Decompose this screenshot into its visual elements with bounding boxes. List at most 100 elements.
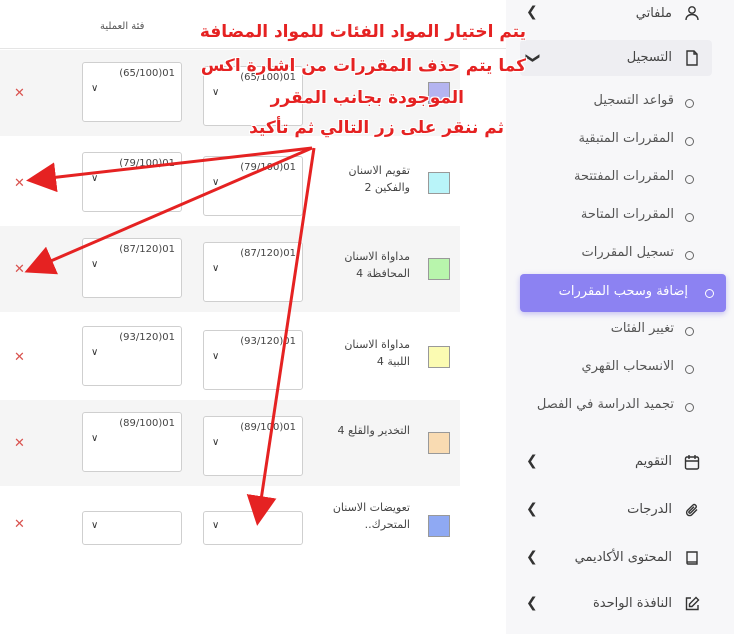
header-divider bbox=[0, 48, 506, 49]
chevron-down-icon: ∨ bbox=[91, 433, 99, 444]
annotation-line-1: يتم اختيار المواد الفئات للمواد المضافة bbox=[199, 22, 526, 42]
sidebar-subitem-label: المقررات المتبقية bbox=[578, 131, 674, 146]
category-select-secondary[interactable]: (93/120)01 ∨ bbox=[203, 330, 303, 390]
table-row: ✕ ∨ ∨ تعويضات الاسنان المتحرك.. bbox=[0, 487, 460, 573]
bullet-icon bbox=[685, 403, 694, 412]
sidebar-item-academic-content[interactable]: المحتوى الأكاديمي ❮ bbox=[520, 540, 712, 576]
category-select-secondary[interactable]: (89/100)01 ∨ bbox=[203, 416, 303, 476]
sidebar-item-label: التسجيل bbox=[626, 50, 672, 65]
course-name: مداواة الاسنان المحافظة 4 bbox=[344, 250, 410, 280]
sidebar-subitem-registration-rules[interactable]: قواعد التسجيل bbox=[520, 88, 712, 118]
user-icon bbox=[685, 6, 699, 21]
bullet-icon bbox=[685, 365, 694, 374]
chevron-down-icon: ❮ bbox=[523, 52, 540, 64]
sidebar-item-registration[interactable]: التسجيل ❮ bbox=[520, 40, 712, 76]
select-value: (89/100)01 bbox=[240, 422, 296, 433]
chevron-down-icon: ∨ bbox=[212, 87, 220, 98]
select-value: (93/120)01 bbox=[240, 336, 296, 347]
bullet-icon bbox=[685, 251, 694, 260]
chevron-down-icon: ∨ bbox=[212, 177, 220, 188]
sidebar-subitem-label: تجميد الدراسة في الفصل bbox=[536, 397, 674, 412]
sidebar-subitem-freeze-semester[interactable]: تجميد الدراسة في الفصل bbox=[520, 392, 712, 422]
select-value: (79/100)01 bbox=[240, 162, 296, 173]
calendar-icon bbox=[684, 455, 700, 470]
category-select-primary[interactable]: (65/100)01 ∨ bbox=[82, 62, 182, 122]
edit-icon bbox=[685, 596, 700, 611]
select-value: (89/100)01 bbox=[119, 418, 175, 429]
sidebar-item-label: ملفاتي bbox=[635, 6, 672, 21]
sidebar-item-label: المحتوى الأكاديمي bbox=[574, 550, 672, 565]
remove-course-button[interactable]: ✕ bbox=[14, 86, 25, 101]
sidebar-subitem-opened-courses[interactable]: المقررات المفتتحة bbox=[520, 164, 712, 194]
chevron-left-icon: ❮ bbox=[526, 501, 538, 517]
table-row: ✕ (93/120)01 ∨ (93/120)01 ∨ مداواة الاسنان ال… bbox=[0, 314, 460, 400]
chevron-down-icon: ∨ bbox=[91, 173, 99, 184]
sidebar-item-one-window[interactable]: النافذة الواحدة ❮ bbox=[520, 588, 712, 624]
table-row: ✕ (89/100)01 ∨ (89/100)01 ∨ التخدير والقلع 4 bbox=[0, 400, 460, 486]
sidebar-subitem-label: تغيير الفئات bbox=[610, 321, 674, 336]
course-color-swatch bbox=[428, 258, 450, 280]
chevron-down-icon: ∨ bbox=[212, 263, 220, 274]
chevron-down-icon: ∨ bbox=[91, 83, 99, 94]
select-value: (87/120)01 bbox=[240, 248, 296, 259]
sidebar-item-profile[interactable]: ملفاتي ❮ bbox=[520, 0, 712, 36]
select-value: (65/100)01 bbox=[119, 68, 175, 79]
chevron-left-icon: ❮ bbox=[526, 549, 538, 565]
course-color-swatch bbox=[428, 432, 450, 454]
category-select-primary[interactable]: ∨ bbox=[82, 511, 182, 545]
sidebar-item-label: التقويم bbox=[634, 454, 672, 469]
remove-course-button[interactable]: ✕ bbox=[14, 517, 25, 532]
category-select-secondary[interactable]: ∨ bbox=[203, 511, 303, 545]
category-select-secondary[interactable]: (87/120)01 ∨ bbox=[203, 242, 303, 302]
category-select-secondary[interactable]: (79/100)01 ∨ bbox=[203, 156, 303, 216]
document-icon bbox=[686, 50, 698, 66]
chevron-left-icon: ❮ bbox=[526, 453, 538, 469]
annotation-line-4: ثم ننقر على زر التالي ثم تأكيد bbox=[249, 118, 504, 138]
course-color-swatch bbox=[428, 346, 450, 368]
category-select-primary[interactable]: (89/100)01 ∨ bbox=[82, 412, 182, 472]
course-color-swatch bbox=[428, 515, 450, 537]
sidebar-subitem-course-registration[interactable]: تسجيل المقررات bbox=[520, 240, 712, 270]
remove-course-button[interactable]: ✕ bbox=[14, 436, 25, 451]
category-select-primary[interactable]: (87/120)01 ∨ bbox=[82, 238, 182, 298]
book-icon bbox=[686, 551, 698, 565]
category-select-primary[interactable]: (79/100)01 ∨ bbox=[82, 152, 182, 212]
course-color-swatch bbox=[428, 172, 450, 194]
category-select-primary[interactable]: (93/120)01 ∨ bbox=[82, 326, 182, 386]
sidebar-subitem-change-categories[interactable]: تغيير الفئات bbox=[520, 316, 712, 346]
sidebar-subitem-add-drop-courses[interactable]: إضافة وسحب المقررات bbox=[520, 274, 726, 312]
chevron-down-icon: ∨ bbox=[212, 520, 220, 531]
sidebar-subitem-available-courses[interactable]: المقررات المتاحة bbox=[520, 202, 712, 232]
sidebar-item-calendar[interactable]: التقويم ❮ bbox=[520, 444, 712, 480]
select-value: (87/120)01 bbox=[119, 244, 175, 255]
course-name: تعويضات الاسنان المتحرك.. bbox=[332, 501, 410, 531]
sidebar-subitem-label: المقررات المفتتحة bbox=[574, 169, 674, 184]
bullet-icon bbox=[685, 327, 694, 336]
bullet-icon bbox=[705, 289, 714, 298]
select-value: (79/100)01 bbox=[119, 158, 175, 169]
table-row: ✕ (79/100)01 ∨ (79/100)01 ∨ تقويم الاسنان وال… bbox=[0, 140, 460, 226]
sidebar-subitem-forced-withdrawal[interactable]: الانسحاب القهري bbox=[520, 354, 712, 384]
remove-course-button[interactable]: ✕ bbox=[14, 350, 25, 365]
course-name: التخدير والقلع 4 bbox=[337, 424, 410, 437]
sidebar-item-grades[interactable]: الدرجات ❮ bbox=[520, 492, 712, 528]
chevron-left-icon: ❮ bbox=[526, 595, 538, 611]
sidebar-subitem-label: تسجيل المقررات bbox=[581, 245, 674, 260]
sidebar-item-label: الدرجات bbox=[627, 502, 672, 517]
sidebar-subitem-label: إضافة وسحب المقررات bbox=[558, 284, 688, 299]
annotation-line-2: كما يتم حذف المقررات من اشارة اكس bbox=[200, 56, 526, 76]
annotation-line-3: الموجودة بجانب المقرر bbox=[270, 88, 464, 108]
remove-course-button[interactable]: ✕ bbox=[14, 262, 25, 277]
chevron-down-icon: ∨ bbox=[91, 259, 99, 270]
chevron-down-icon: ∨ bbox=[91, 347, 99, 358]
sidebar-item-label: النافذة الواحدة bbox=[592, 596, 672, 611]
chevron-down-icon: ∨ bbox=[91, 520, 99, 531]
sidebar-subitem-label: المقررات المتاحة bbox=[580, 207, 674, 222]
bullet-icon bbox=[685, 137, 694, 146]
sidebar-subitem-remaining-courses[interactable]: المقررات المتبقية bbox=[520, 126, 712, 156]
paperclip-icon bbox=[685, 503, 698, 517]
chevron-down-icon: ∨ bbox=[212, 437, 220, 448]
course-name: مداواة الاسنان اللبية 4 bbox=[344, 338, 410, 368]
bullet-icon bbox=[685, 213, 694, 222]
remove-course-button[interactable]: ✕ bbox=[14, 176, 25, 191]
